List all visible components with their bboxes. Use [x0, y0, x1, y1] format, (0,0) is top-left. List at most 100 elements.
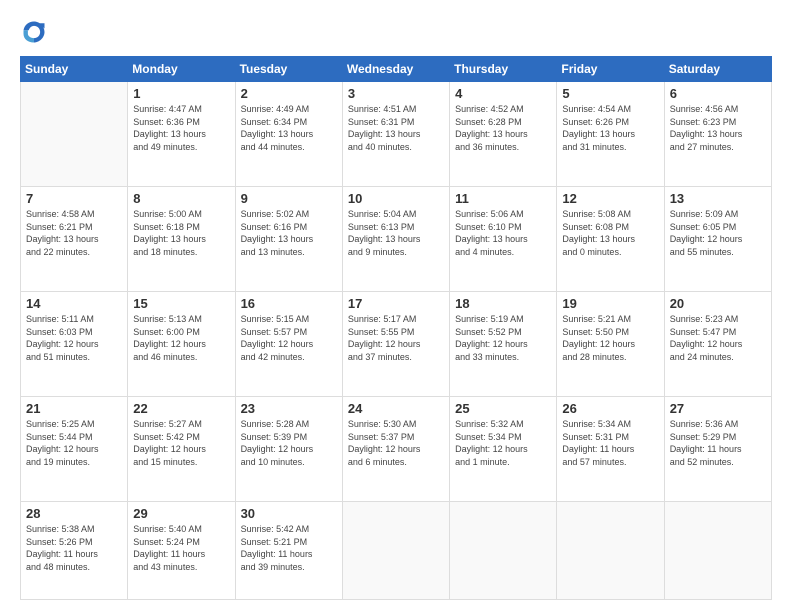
day-number: 7 [26, 191, 122, 206]
page: SundayMondayTuesdayWednesdayThursdayFrid… [0, 0, 792, 612]
calendar-cell [664, 502, 771, 600]
day-number: 9 [241, 191, 337, 206]
day-info: Sunrise: 4:52 AM Sunset: 6:28 PM Dayligh… [455, 103, 551, 153]
calendar-cell: 3 Sunrise: 4:51 AM Sunset: 6:31 PM Daylig… [342, 82, 449, 187]
week-row-3: 21Sunrise: 5:25 AM Sunset: 5:44 PM Dayli… [21, 397, 772, 502]
day-number: 20 [670, 296, 766, 311]
day-info: Sunrise: 4:58 AM Sunset: 6:21 PM Dayligh… [26, 208, 122, 258]
logo [20, 18, 52, 46]
day-number: 3 [348, 86, 444, 101]
day-info: Sunrise: 5:13 AM Sunset: 6:00 PM Dayligh… [133, 313, 229, 363]
day-number: 26 [562, 401, 658, 416]
day-info: Sunrise: 5:21 AM Sunset: 5:50 PM Dayligh… [562, 313, 658, 363]
day-info: Sunrise: 5:15 AM Sunset: 5:57 PM Dayligh… [241, 313, 337, 363]
day-number: 6 [670, 86, 766, 101]
header [20, 18, 772, 46]
day-info: Sunrise: 5:02 AM Sunset: 6:16 PM Dayligh… [241, 208, 337, 258]
calendar-cell [21, 82, 128, 187]
day-number: 17 [348, 296, 444, 311]
day-number: 11 [455, 191, 551, 206]
calendar-cell: 29 Sunrise: 5:40 AM Sunset: 5:24 PM Dayli… [128, 502, 235, 600]
calendar-cell: 9 Sunrise: 5:02 AM Sunset: 6:16 PM Daylig… [235, 187, 342, 292]
day-number: 28 [26, 506, 122, 521]
day-info: Sunrise: 5:28 AM Sunset: 5:39 PM Dayligh… [241, 418, 337, 468]
day-number: 8 [133, 191, 229, 206]
logo-icon [20, 18, 48, 46]
day-info: Sunrise: 5:09 AM Sunset: 6:05 PM Dayligh… [670, 208, 766, 258]
weekday-header-sunday: Sunday [21, 57, 128, 82]
calendar-cell: 27 Sunrise: 5:36 AM Sunset: 5:29 PM Dayli… [664, 397, 771, 502]
day-info: Sunrise: 5:17 AM Sunset: 5:55 PM Dayligh… [348, 313, 444, 363]
calendar-cell: 23 Sunrise: 5:28 AM Sunset: 5:39 PM Dayli… [235, 397, 342, 502]
day-number: 29 [133, 506, 229, 521]
day-info: Sunrise: 5:27 AM Sunset: 5:42 PM Dayligh… [133, 418, 229, 468]
day-number: 15 [133, 296, 229, 311]
day-info: Sunrise: 5:11 AM Sunset: 6:03 PM Dayligh… [26, 313, 122, 363]
day-number: 1 [133, 86, 229, 101]
day-info: Sunrise: 4:51 AM Sunset: 6:31 PM Dayligh… [348, 103, 444, 153]
day-number: 18 [455, 296, 551, 311]
calendar-cell: 5 Sunrise: 4:54 AM Sunset: 6:26 PM Daylig… [557, 82, 664, 187]
calendar-cell: 21Sunrise: 5:25 AM Sunset: 5:44 PM Dayli… [21, 397, 128, 502]
week-row-4: 28 Sunrise: 5:38 AM Sunset: 5:26 PM Dayli… [21, 502, 772, 600]
calendar-cell: 26 Sunrise: 5:34 AM Sunset: 5:31 PM Dayli… [557, 397, 664, 502]
day-info: Sunrise: 5:06 AM Sunset: 6:10 PM Dayligh… [455, 208, 551, 258]
calendar-cell: 19Sunrise: 5:21 AM Sunset: 5:50 PM Dayli… [557, 292, 664, 397]
calendar-cell: 1 Sunrise: 4:47 AM Sunset: 6:36 PM Daylig… [128, 82, 235, 187]
day-info: Sunrise: 5:40 AM Sunset: 5:24 PM Dayligh… [133, 523, 229, 573]
calendar-cell: 25 Sunrise: 5:32 AM Sunset: 5:34 PM Dayli… [450, 397, 557, 502]
calendar-cell: 30Sunrise: 5:42 AM Sunset: 5:21 PM Dayli… [235, 502, 342, 600]
day-info: Sunrise: 4:49 AM Sunset: 6:34 PM Dayligh… [241, 103, 337, 153]
day-info: Sunrise: 5:38 AM Sunset: 5:26 PM Dayligh… [26, 523, 122, 573]
day-info: Sunrise: 5:36 AM Sunset: 5:29 PM Dayligh… [670, 418, 766, 468]
day-info: Sunrise: 5:04 AM Sunset: 6:13 PM Dayligh… [348, 208, 444, 258]
day-number: 12 [562, 191, 658, 206]
calendar-table: SundayMondayTuesdayWednesdayThursdayFrid… [20, 56, 772, 600]
calendar-cell: 17 Sunrise: 5:17 AM Sunset: 5:55 PM Dayli… [342, 292, 449, 397]
day-number: 14 [26, 296, 122, 311]
day-info: Sunrise: 4:47 AM Sunset: 6:36 PM Dayligh… [133, 103, 229, 153]
day-number: 21 [26, 401, 122, 416]
day-info: Sunrise: 4:54 AM Sunset: 6:26 PM Dayligh… [562, 103, 658, 153]
day-number: 27 [670, 401, 766, 416]
day-info: Sunrise: 5:34 AM Sunset: 5:31 PM Dayligh… [562, 418, 658, 468]
weekday-header-friday: Friday [557, 57, 664, 82]
weekday-header-thursday: Thursday [450, 57, 557, 82]
week-row-0: 1 Sunrise: 4:47 AM Sunset: 6:36 PM Daylig… [21, 82, 772, 187]
day-number: 23 [241, 401, 337, 416]
calendar-cell: 8 Sunrise: 5:00 AM Sunset: 6:18 PM Daylig… [128, 187, 235, 292]
calendar-cell: 12 Sunrise: 5:08 AM Sunset: 6:08 PM Dayli… [557, 187, 664, 292]
day-number: 24 [348, 401, 444, 416]
day-number: 2 [241, 86, 337, 101]
calendar-cell [342, 502, 449, 600]
day-number: 13 [670, 191, 766, 206]
calendar-cell: 16Sunrise: 5:15 AM Sunset: 5:57 PM Dayli… [235, 292, 342, 397]
calendar-cell: 15 Sunrise: 5:13 AM Sunset: 6:00 PM Dayli… [128, 292, 235, 397]
day-info: Sunrise: 4:56 AM Sunset: 6:23 PM Dayligh… [670, 103, 766, 153]
weekday-header-saturday: Saturday [664, 57, 771, 82]
calendar-cell: 6 Sunrise: 4:56 AM Sunset: 6:23 PM Daylig… [664, 82, 771, 187]
day-info: Sunrise: 5:32 AM Sunset: 5:34 PM Dayligh… [455, 418, 551, 468]
week-row-2: 14 Sunrise: 5:11 AM Sunset: 6:03 PM Dayli… [21, 292, 772, 397]
calendar-cell: 20 Sunrise: 5:23 AM Sunset: 5:47 PM Dayli… [664, 292, 771, 397]
day-info: Sunrise: 5:08 AM Sunset: 6:08 PM Dayligh… [562, 208, 658, 258]
calendar-cell: 14 Sunrise: 5:11 AM Sunset: 6:03 PM Dayli… [21, 292, 128, 397]
day-info: Sunrise: 5:00 AM Sunset: 6:18 PM Dayligh… [133, 208, 229, 258]
calendar-cell: 24 Sunrise: 5:30 AM Sunset: 5:37 PM Dayli… [342, 397, 449, 502]
weekday-header-wednesday: Wednesday [342, 57, 449, 82]
day-number: 30 [241, 506, 337, 521]
calendar-cell: 11 Sunrise: 5:06 AM Sunset: 6:10 PM Dayli… [450, 187, 557, 292]
weekday-header-row: SundayMondayTuesdayWednesdayThursdayFrid… [21, 57, 772, 82]
calendar-cell [557, 502, 664, 600]
day-number: 25 [455, 401, 551, 416]
calendar-cell: 7 Sunrise: 4:58 AM Sunset: 6:21 PM Daylig… [21, 187, 128, 292]
day-number: 4 [455, 86, 551, 101]
calendar-cell: 22Sunrise: 5:27 AM Sunset: 5:42 PM Dayli… [128, 397, 235, 502]
day-number: 5 [562, 86, 658, 101]
weekday-header-tuesday: Tuesday [235, 57, 342, 82]
calendar-cell: 10 Sunrise: 5:04 AM Sunset: 6:13 PM Dayli… [342, 187, 449, 292]
calendar-cell: 4 Sunrise: 4:52 AM Sunset: 6:28 PM Daylig… [450, 82, 557, 187]
day-number: 10 [348, 191, 444, 206]
day-info: Sunrise: 5:30 AM Sunset: 5:37 PM Dayligh… [348, 418, 444, 468]
day-info: Sunrise: 5:23 AM Sunset: 5:47 PM Dayligh… [670, 313, 766, 363]
